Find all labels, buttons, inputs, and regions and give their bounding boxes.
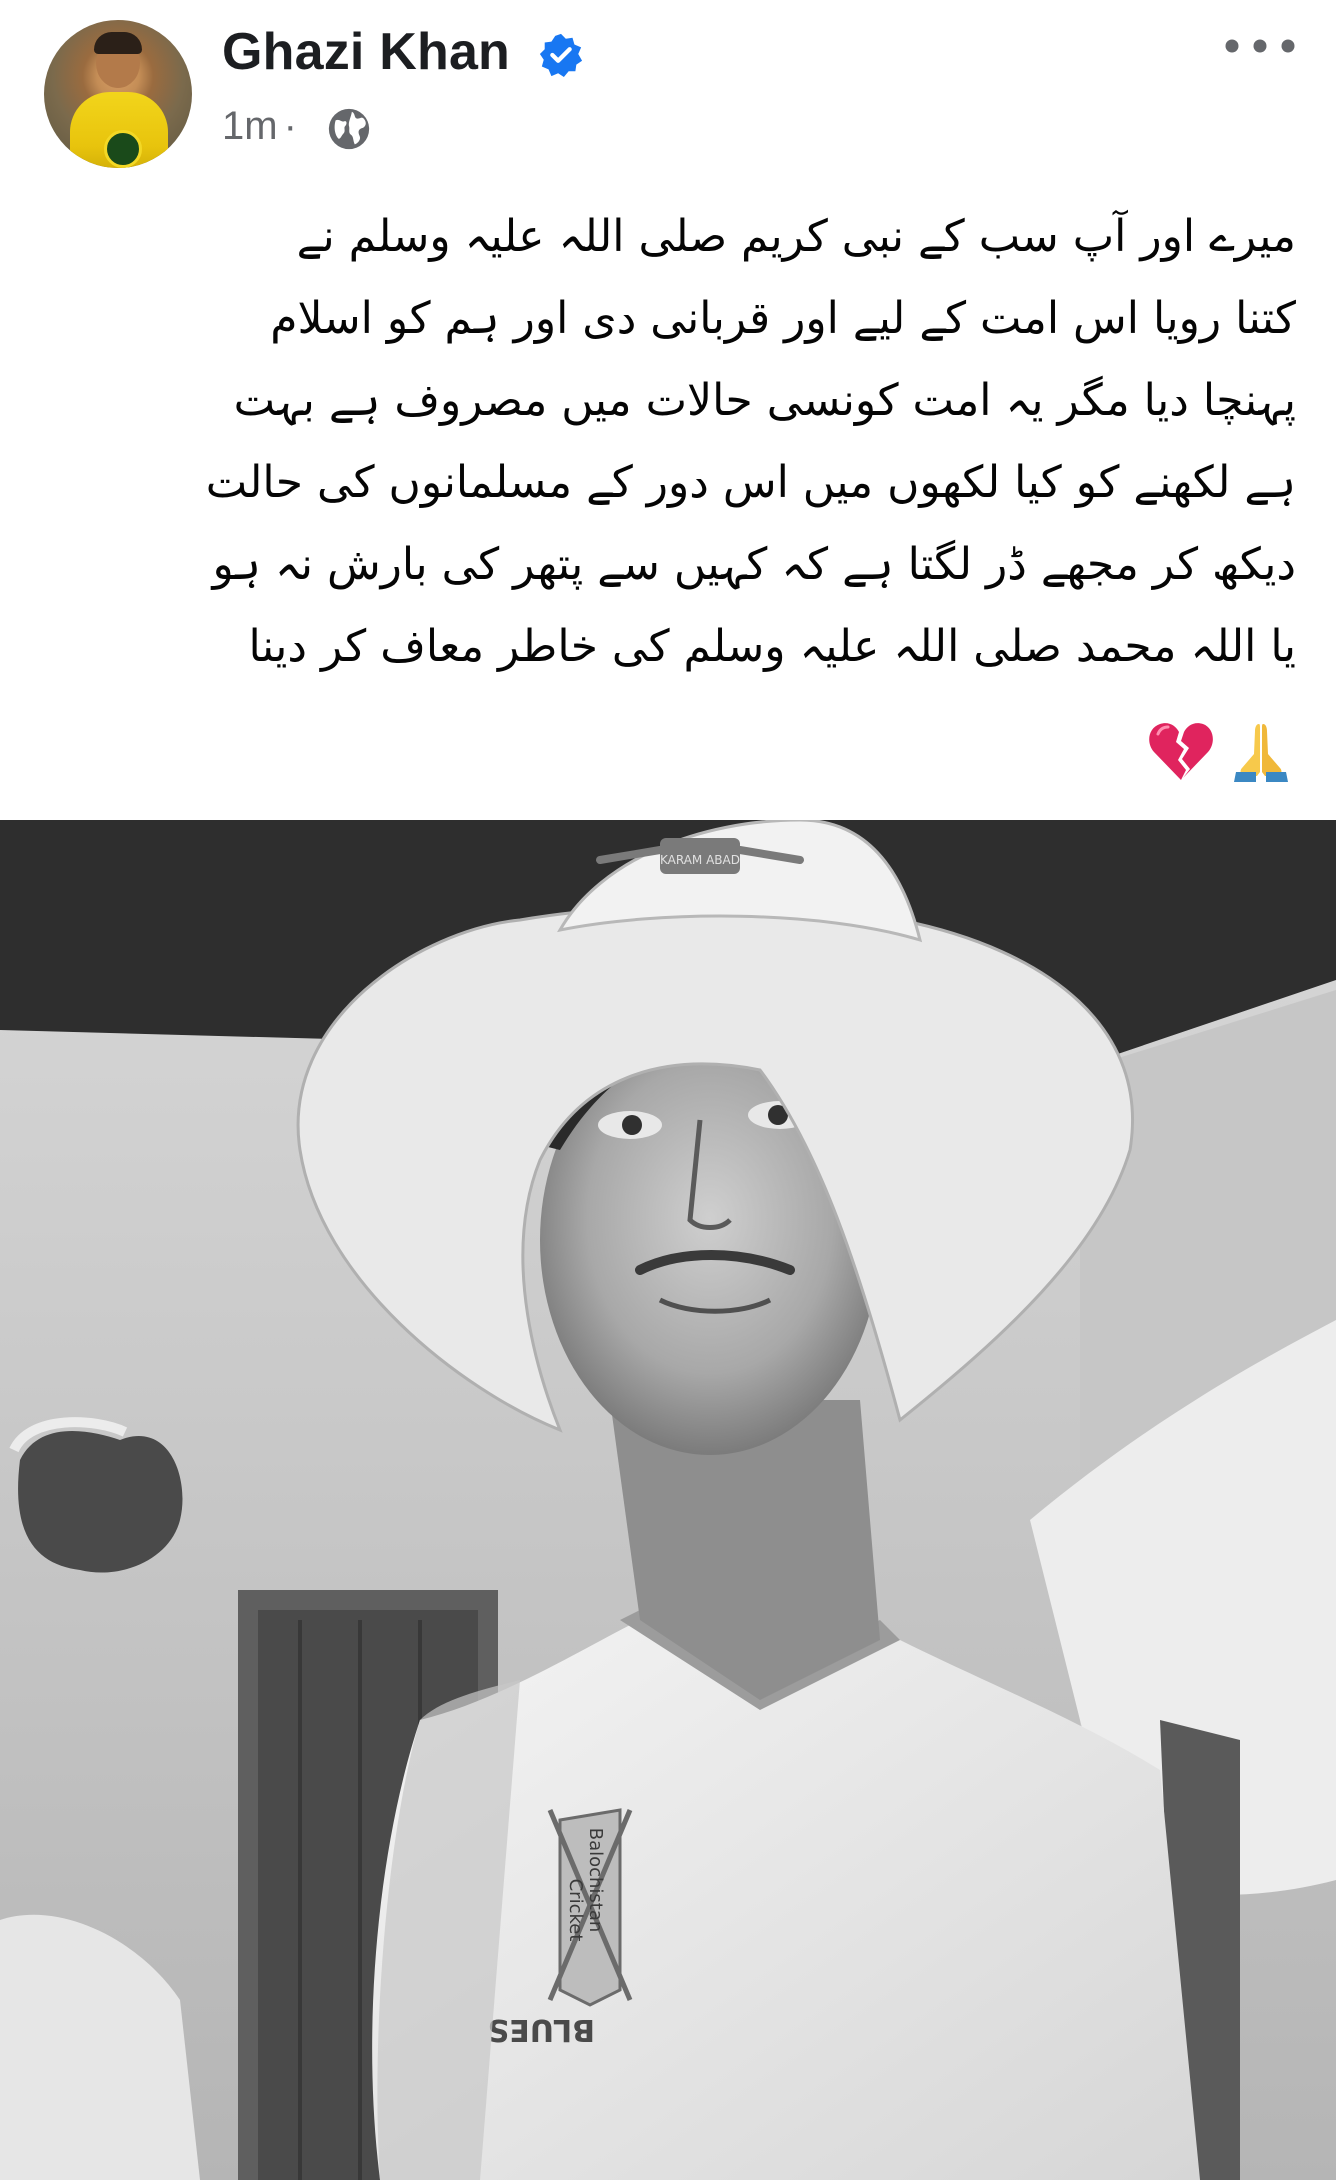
post-photo[interactable]: Balochistan Cricket BLUES KARAM ABAD — [0, 820, 1336, 2180]
post-text-line: میرے اور آپ سب کے نبی کریم صلی اللہ علیہ… — [296, 211, 1296, 262]
broken-heart-icon — [1149, 723, 1213, 780]
post-text-line: ہے لکھنے کو کیا لکھوں میں اس دور کے مسلم… — [205, 457, 1296, 508]
globe-icon[interactable] — [326, 106, 372, 152]
post-text-line: کتنا رویا اس امت کے لیے اور قربانی دی او… — [270, 293, 1296, 344]
post-text-line: پہنچا دیا مگر یہ امت کونسی حالات میں مصر… — [233, 375, 1296, 426]
author-avatar[interactable] — [44, 20, 192, 168]
meta-separator: · — [283, 104, 297, 148]
post-text-line: یا اللہ محمد صلی اللہ علیہ وسلم کی خاطر … — [248, 621, 1297, 672]
post-header: Ghazi Khan 1m · — [0, 0, 1336, 170]
post-emojis — [1146, 716, 1296, 796]
post-text-line: دیکھ کر مجھے ڈر لگتا ہے کہ کہیں سے پتھر … — [212, 539, 1296, 590]
folded-hands-icon — [1234, 724, 1288, 782]
post-photo-image: Balochistan Cricket BLUES KARAM ABAD — [0, 820, 1336, 2180]
post-time[interactable]: 1m — [222, 104, 278, 148]
more-options-icon[interactable] — [1222, 26, 1298, 66]
shirt-logo-text-1: Balochistan — [585, 1828, 606, 1933]
verified-badge-icon — [539, 33, 583, 78]
author-name[interactable]: Ghazi Khan — [222, 22, 510, 82]
shirt-text-blues: BLUES — [488, 2012, 595, 2047]
cap-logo-text: KARAM ABAD — [660, 853, 740, 867]
facebook-post: Ghazi Khan 1m · میرے اور آپ سب کے نبی کری… — [0, 0, 1336, 2180]
post-body-text: میرے اور آپ سب کے نبی کریم صلی اللہ علیہ… — [40, 196, 1296, 688]
shirt-logo-text-2: Cricket — [565, 1879, 586, 1942]
post-meta: 1m · — [222, 104, 303, 149]
